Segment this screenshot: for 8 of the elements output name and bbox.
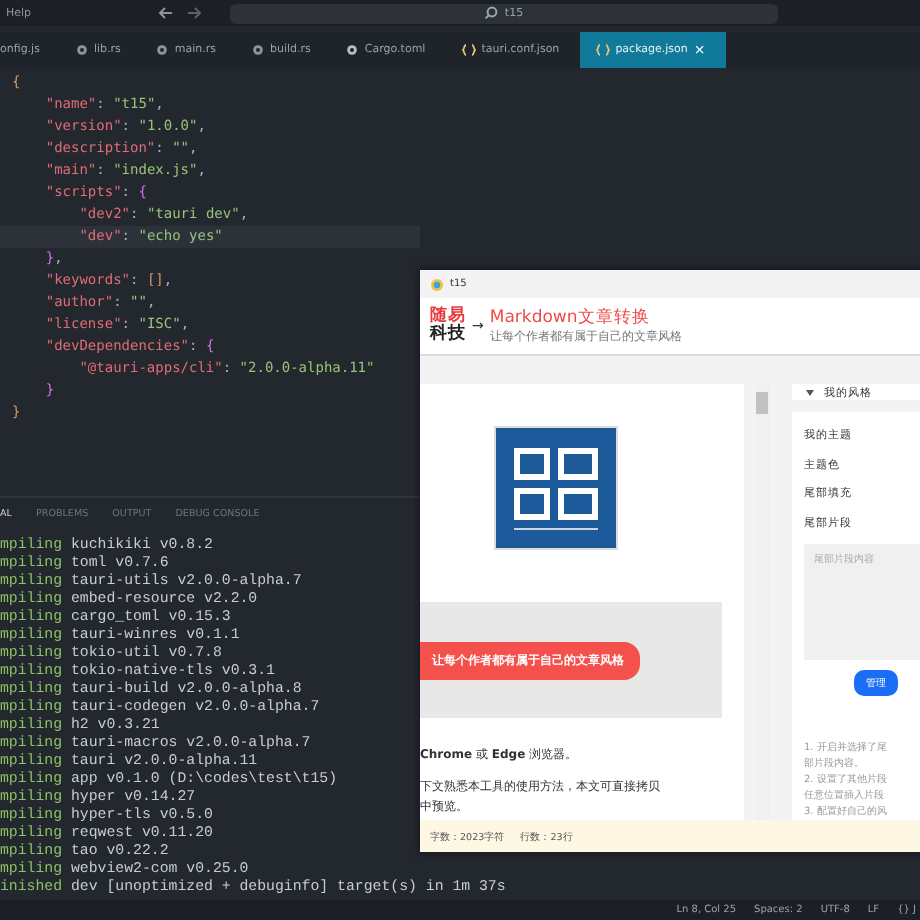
app-title: Markdown文章转换 — [489, 307, 652, 327]
back-icon[interactable] — [158, 6, 174, 20]
logo: 随易 科技 — [430, 308, 466, 344]
app-icon — [430, 277, 444, 291]
forward-icon[interactable] — [186, 6, 202, 20]
braces-icon — [595, 44, 610, 56]
search-icon — [484, 6, 499, 20]
braces-icon — [461, 44, 476, 56]
